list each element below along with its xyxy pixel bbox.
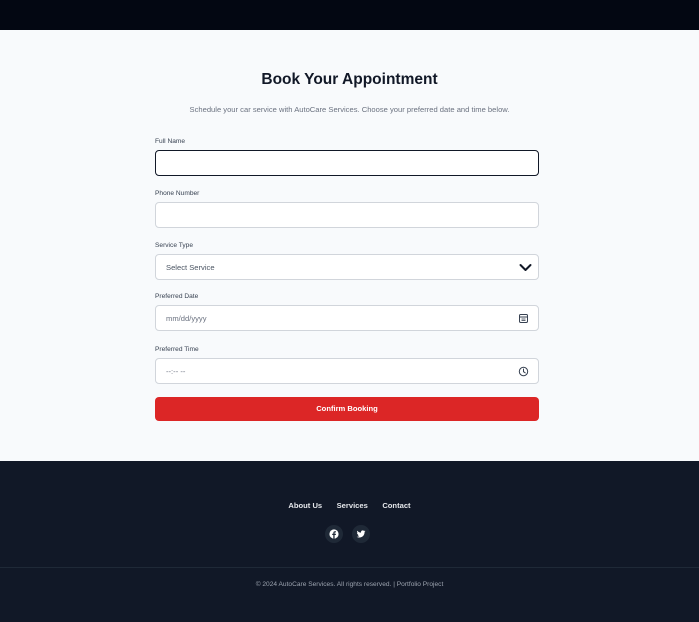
preferred-date-label: Preferred Date [155, 293, 199, 300]
footer-divider [0, 567, 699, 568]
confirm-booking-button[interactable]: Confirm Booking [155, 397, 539, 421]
chevron-down-icon [519, 264, 532, 271]
booking-section: Book Your Appointment Schedule your car … [0, 30, 699, 461]
social-links [325, 525, 373, 543]
facebook-icon [329, 529, 339, 539]
page-title: Book Your Appointment [261, 71, 438, 88]
footer: About Us Services Contact © 2024 AutoCar… [0, 461, 699, 622]
full-name-label: Full Name [155, 138, 186, 145]
footer-links: About Us Services Contact [0, 495, 699, 513]
copyright-text: © 2024 AutoCare Services. All rights res… [255, 581, 444, 588]
preferred-date-input[interactable]: mm/dd/yyyy [155, 305, 539, 331]
page-subtitle: Schedule your car service with AutoCare … [189, 105, 510, 114]
footer-link-services[interactable]: Services [337, 501, 368, 510]
phone-label: Phone Number [155, 190, 200, 197]
preferred-date-placeholder: mm/dd/yyyy [166, 314, 207, 323]
footer-link-about[interactable]: About Us [288, 501, 322, 510]
clock-icon[interactable] [518, 366, 529, 377]
service-type-label: Service Type [155, 242, 193, 249]
preferred-time-label: Preferred Time [155, 346, 199, 353]
phone-input[interactable] [155, 202, 539, 228]
top-bar [0, 0, 699, 30]
twitter-icon [356, 530, 366, 538]
facebook-link[interactable] [325, 525, 343, 543]
full-name-input[interactable] [155, 150, 539, 176]
service-type-select[interactable]: Select Service [155, 254, 539, 280]
service-type-value: Select Service [166, 263, 215, 272]
preferred-time-placeholder: --:-- -- [166, 367, 186, 376]
calendar-icon[interactable] [518, 313, 529, 324]
twitter-link[interactable] [352, 525, 370, 543]
preferred-time-input[interactable]: --:-- -- [155, 358, 539, 384]
footer-link-contact[interactable]: Contact [382, 501, 410, 510]
